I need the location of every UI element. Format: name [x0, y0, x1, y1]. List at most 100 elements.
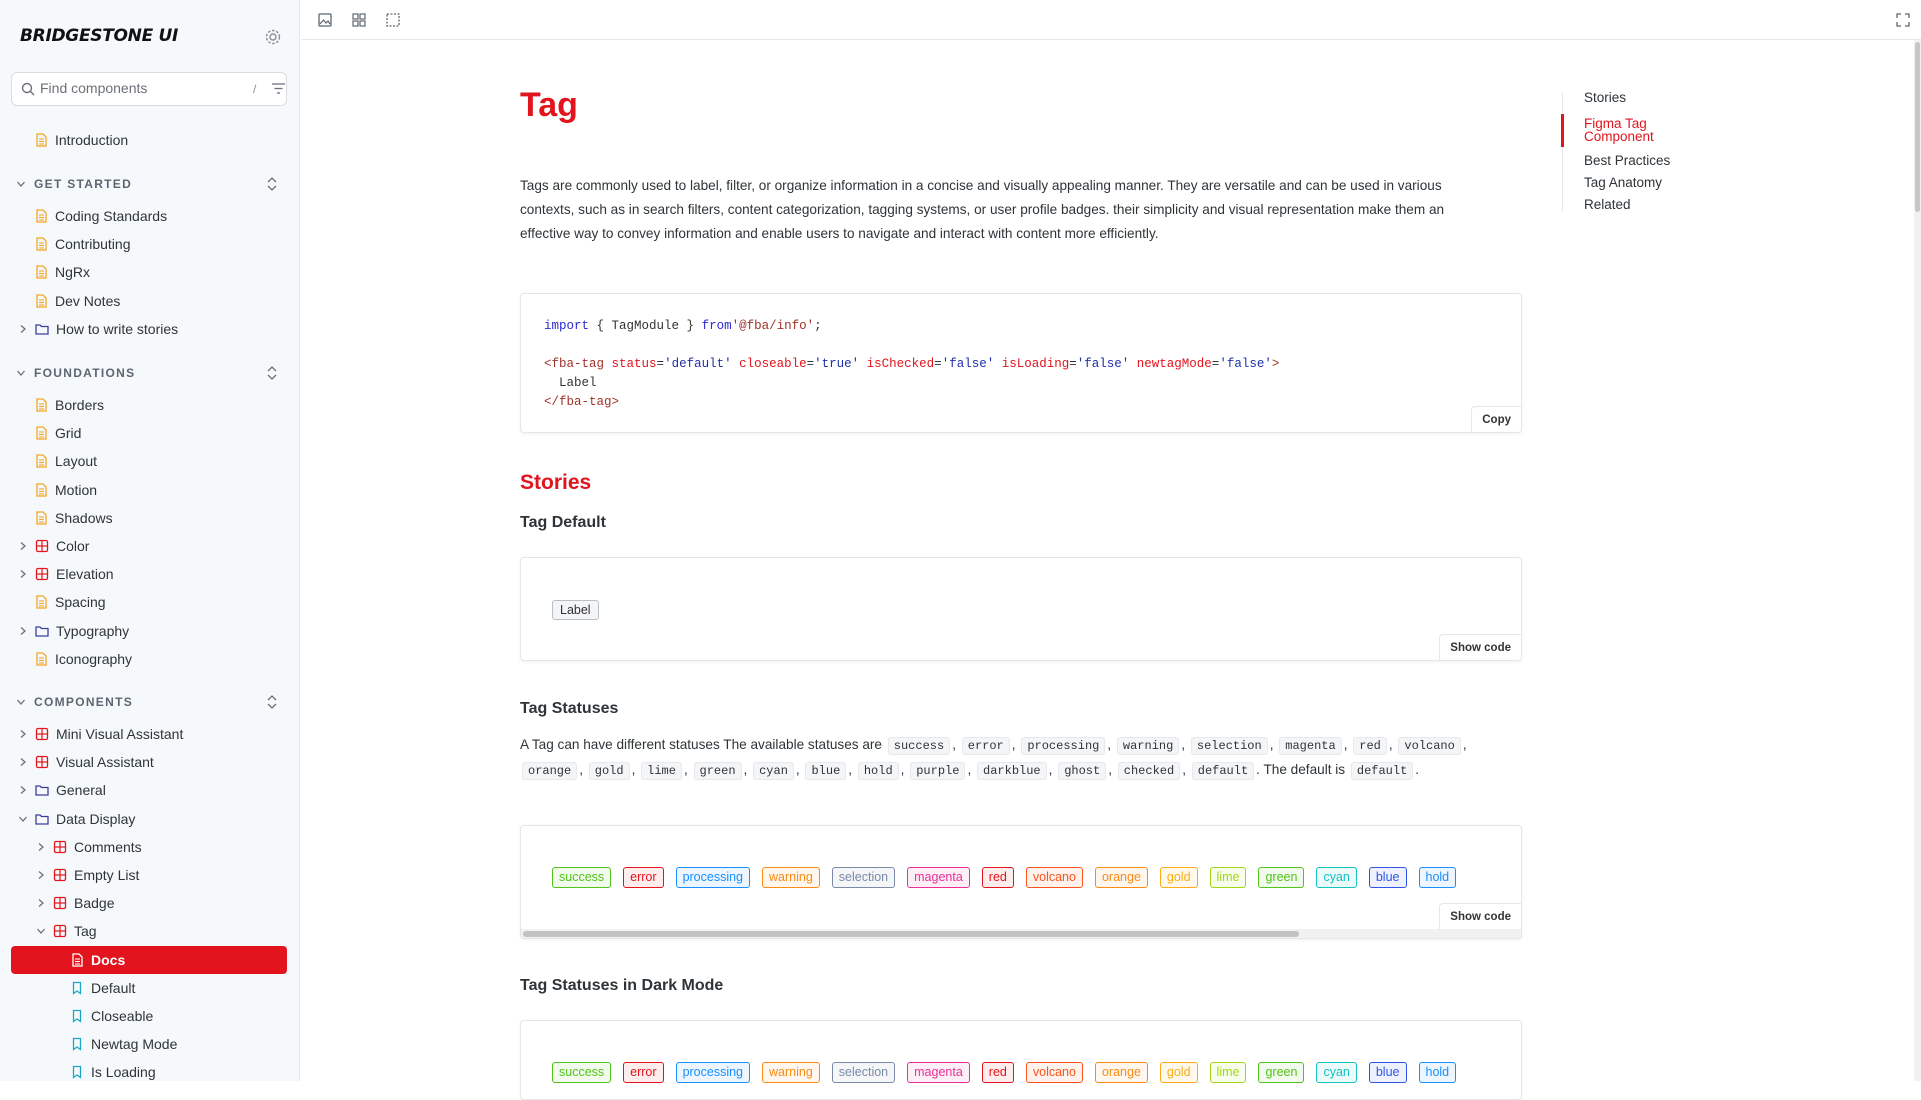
chevron-down-icon[interactable] [16, 179, 26, 189]
tag-volcano[interactable]: volcano [1025, 1062, 1083, 1083]
tag-orange[interactable]: orange [1094, 867, 1148, 888]
tag-processing[interactable]: processing [675, 867, 751, 888]
tag-processing[interactable]: processing [675, 1062, 751, 1083]
toc-figma-tag-component[interactable]: Figma Tag Component [1561, 114, 1673, 147]
chevron-down-icon[interactable] [17, 813, 29, 825]
grid-icon[interactable] [351, 12, 367, 28]
sidebar-item-badge[interactable]: Badge [35, 889, 114, 917]
tag-blue[interactable]: blue [1368, 1062, 1407, 1083]
chevron-down-icon[interactable] [16, 368, 26, 378]
sidebar-item-ngrx[interactable]: NgRx [34, 258, 90, 286]
scrollbar-thumb[interactable] [1915, 42, 1920, 212]
tag-lime[interactable]: lime [1209, 867, 1247, 888]
toc-tag-anatomy[interactable]: Tag Anatomy [1563, 176, 1702, 190]
filter-icon[interactable] [272, 83, 285, 95]
tag-warning[interactable]: warning [762, 1062, 820, 1083]
sidebar-item-borders[interactable]: Borders [34, 391, 104, 419]
tag-magenta[interactable]: magenta [907, 1062, 970, 1083]
tag-red[interactable]: red [981, 1062, 1014, 1083]
sidebar-item-comments[interactable]: Comments [35, 833, 142, 861]
tag-cyan[interactable]: cyan [1316, 1062, 1357, 1083]
tag-selection[interactable]: selection [831, 1062, 896, 1083]
toc-stories[interactable]: Stories [1563, 91, 1702, 107]
sidebar-section[interactable]: COMPONENTS [16, 692, 133, 712]
outline-icon[interactable] [385, 12, 401, 28]
sidebar-item-layout[interactable]: Layout [34, 447, 97, 475]
sidebar-item-mini-visual-assistant[interactable]: Mini Visual Assistant [17, 720, 183, 748]
chevron-right-icon[interactable] [17, 323, 29, 335]
tag-gold[interactable]: gold [1159, 1062, 1198, 1083]
fullscreen-icon[interactable] [1895, 12, 1911, 28]
tag-warning[interactable]: warning [762, 867, 820, 888]
chevron-down-icon[interactable] [16, 697, 26, 707]
show-code-button-statuses[interactable]: Show code [1439, 903, 1521, 929]
sidebar-item-elevation[interactable]: Elevation [17, 560, 114, 588]
show-code-button[interactable]: Show code [1439, 634, 1521, 660]
sidebar-item-data-display[interactable]: Data Display [17, 805, 135, 833]
tag-cyan[interactable]: cyan [1316, 867, 1357, 888]
tag-volcano[interactable]: volcano [1025, 867, 1083, 888]
chevron-right-icon[interactable] [17, 540, 29, 552]
chevron-right-icon[interactable] [17, 784, 29, 796]
tag-success[interactable]: success [552, 1062, 612, 1083]
toc-best-practices[interactable]: Best Practices [1563, 154, 1702, 168]
sidebar-item-closeable[interactable]: Closeable [70, 1002, 153, 1030]
tag-green[interactable]: green [1258, 867, 1305, 888]
search-input[interactable] [40, 80, 220, 96]
chevron-right-icon[interactable] [17, 625, 29, 637]
scrollbar-thumb-horizontal[interactable] [523, 931, 1299, 937]
tag-green[interactable]: green [1258, 1062, 1305, 1083]
sidebar-item-typography[interactable]: Typography [17, 617, 129, 645]
tag-gold[interactable]: gold [1159, 867, 1198, 888]
sidebar-item-default[interactable]: Default [70, 974, 135, 1002]
tag-magenta[interactable]: magenta [907, 867, 970, 888]
sidebar-item-grid[interactable]: Grid [34, 419, 81, 447]
search-box[interactable]: / [11, 72, 287, 106]
sidebar-item-is-loading[interactable]: Is Loading [70, 1058, 156, 1086]
sidebar-item-introduction[interactable]: Introduction [34, 126, 128, 154]
tag-orange[interactable]: orange [1094, 1062, 1148, 1083]
chevron-right-icon[interactable] [35, 869, 47, 881]
chevron-right-icon[interactable] [35, 897, 47, 909]
tag-blue[interactable]: blue [1368, 867, 1407, 888]
expand-collapse-icon[interactable] [266, 694, 278, 715]
sidebar-item-how-to-write-stories[interactable]: How to write stories [17, 315, 178, 343]
tag-hold[interactable]: hold [1418, 867, 1457, 888]
expand-collapse-icon[interactable] [266, 176, 278, 197]
sidebar-item-shadows[interactable]: Shadows [34, 504, 113, 532]
toc-related[interactable]: Related [1563, 198, 1702, 212]
sidebar-section[interactable]: FOUNDATIONS [16, 363, 135, 383]
sidebar-item-docs[interactable]: Docs [70, 946, 125, 974]
sidebar-item-empty-list[interactable]: Empty List [35, 861, 139, 889]
sidebar-item-contributing[interactable]: Contributing [34, 230, 131, 258]
sidebar-item-color[interactable]: Color [17, 532, 89, 560]
chevron-right-icon[interactable] [35, 841, 47, 853]
sidebar-section[interactable]: GET STARTED [16, 174, 132, 194]
sidebar-item-visual-assistant[interactable]: Visual Assistant [17, 748, 154, 776]
expand-collapse-icon[interactable] [266, 365, 278, 386]
tag-success[interactable]: success [552, 867, 612, 888]
chevron-down-icon[interactable] [35, 925, 47, 937]
sidebar-item-newtag-mode[interactable]: Newtag Mode [70, 1030, 177, 1058]
tag-default-label[interactable]: Label [552, 600, 599, 620]
sidebar-item-coding-standards[interactable]: Coding Standards [34, 202, 167, 230]
tag-red[interactable]: red [981, 867, 1014, 888]
tag-error[interactable]: error [623, 1062, 664, 1083]
sidebar-item-dev-notes[interactable]: Dev Notes [34, 287, 120, 315]
tag-selection[interactable]: selection [831, 867, 896, 888]
tag-error[interactable]: error [623, 867, 664, 888]
sidebar-item-iconography[interactable]: Iconography [34, 645, 132, 673]
tag-hold[interactable]: hold [1418, 1062, 1457, 1083]
tag-lime[interactable]: lime [1209, 1062, 1247, 1083]
chevron-right-icon[interactable] [17, 756, 29, 768]
sidebar-item-general[interactable]: General [17, 776, 106, 804]
gear-icon[interactable] [264, 28, 282, 46]
sidebar-item-tag[interactable]: Tag [35, 917, 97, 945]
sidebar-item-spacing[interactable]: Spacing [34, 588, 106, 616]
sidebar-item-motion[interactable]: Motion [34, 476, 97, 504]
chevron-right-icon[interactable] [17, 568, 29, 580]
horizontal-scrollbar[interactable] [521, 929, 1521, 938]
copy-button[interactable]: Copy [1471, 406, 1521, 432]
vertical-scrollbar[interactable] [1914, 40, 1921, 1081]
chevron-right-icon[interactable] [17, 728, 29, 740]
